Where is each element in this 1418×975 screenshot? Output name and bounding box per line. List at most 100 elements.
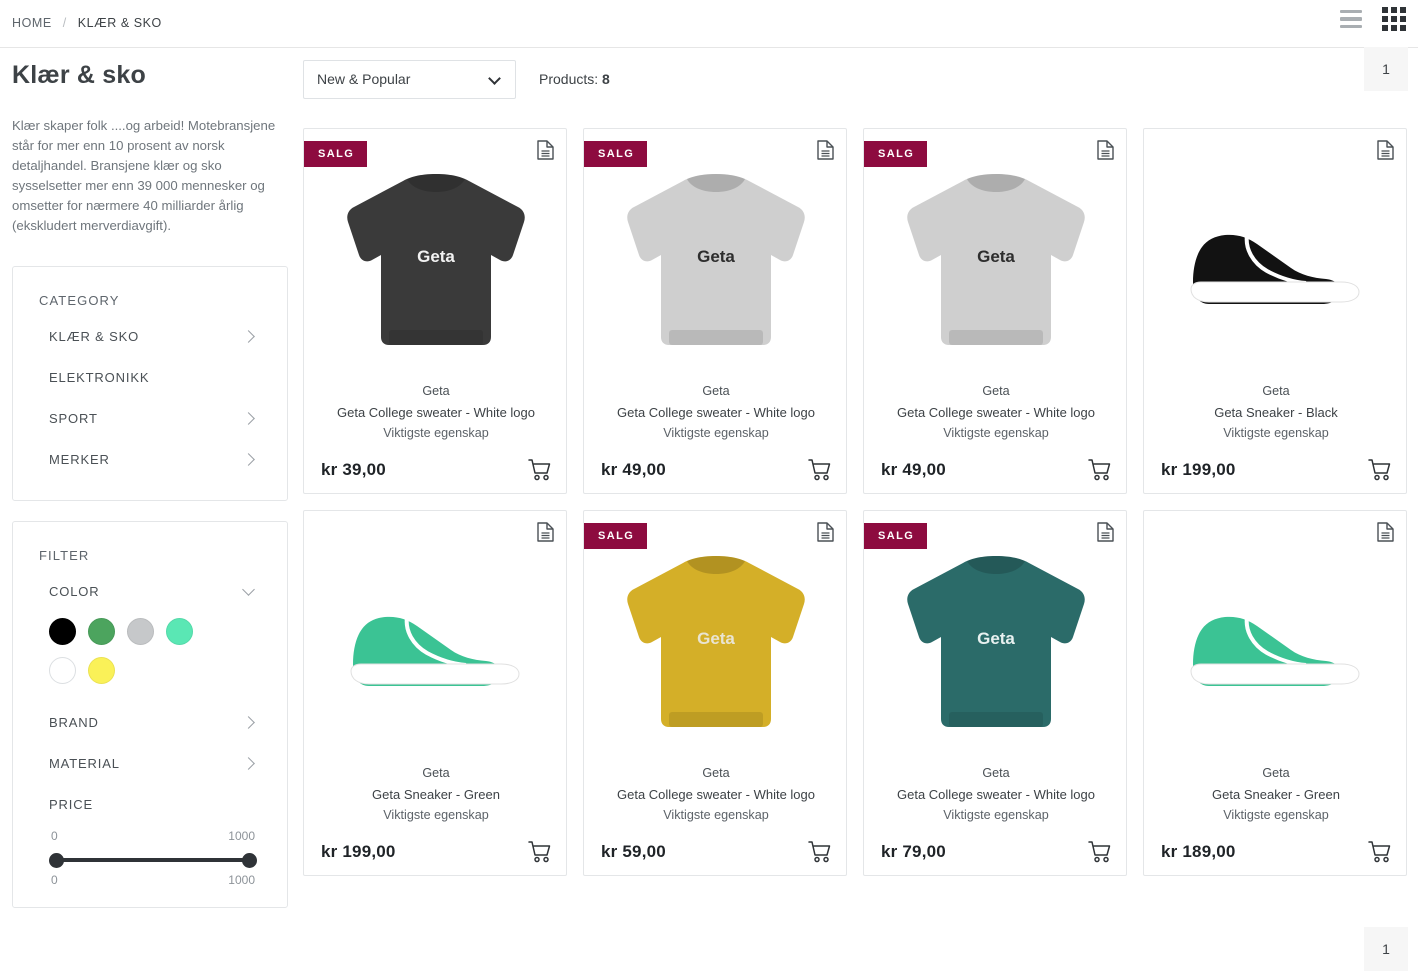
color-swatch-white[interactable] xyxy=(49,657,76,684)
price-max-top: 1000 xyxy=(228,829,255,843)
chevron-right-icon xyxy=(242,453,255,466)
product-info: Geta Geta College sweater - White logo Vik… xyxy=(864,763,1126,826)
product-info: Geta Geta Sneaker - Green Viktigste egensk… xyxy=(304,763,566,826)
product-brand: Geta xyxy=(422,384,450,398)
sort-dropdown[interactable]: New & Popular xyxy=(303,59,516,99)
filter-brand-toggle[interactable]: BRAND xyxy=(37,702,263,743)
add-to-cart-button[interactable] xyxy=(808,459,832,481)
product-price: kr 59,00 xyxy=(601,842,666,861)
document-icon xyxy=(1097,140,1114,160)
grid-view-button[interactable] xyxy=(1380,5,1408,33)
sidebar-item-merker[interactable]: MERKER xyxy=(37,439,263,480)
filter-panel: FILTER COLOR BRAND MATERIAL PRICE 0 1000… xyxy=(12,521,288,908)
filter-color-toggle[interactable]: COLOR xyxy=(37,571,263,612)
product-datasheet-button[interactable] xyxy=(817,522,834,547)
product-name: Geta College sweater - White logo xyxy=(617,787,815,802)
slider-handle-min[interactable] xyxy=(49,853,64,868)
list-view-button[interactable] xyxy=(1338,8,1364,31)
add-to-cart-button[interactable] xyxy=(528,841,552,863)
document-icon xyxy=(537,522,554,542)
grid-view-icon xyxy=(1382,7,1406,31)
chevron-down-icon xyxy=(488,71,501,85)
price-min-bottom: 0 xyxy=(51,873,58,887)
sale-badge: SALG xyxy=(864,141,928,167)
svg-text:Geta: Geta xyxy=(977,629,1015,648)
product-attribute: Viktigste egenskap xyxy=(1223,426,1329,440)
product-card[interactable]: Geta Geta Sneaker - Green Viktigste egensk… xyxy=(303,510,567,876)
filter-material-toggle[interactable]: MATERIAL xyxy=(37,743,263,784)
price-max-bottom: 1000 xyxy=(228,873,255,887)
product-price-row: kr 189,00 xyxy=(1144,841,1406,863)
product-attribute: Viktigste egenskap xyxy=(943,426,1049,440)
pagination-bottom-page-1[interactable]: 1 xyxy=(1364,927,1408,971)
product-datasheet-button[interactable] xyxy=(1097,140,1114,165)
product-image[interactable]: Geta xyxy=(584,147,846,377)
product-card[interactable]: SALG Geta Geta Geta College sweater - White… xyxy=(583,510,847,876)
color-swatch-black[interactable] xyxy=(49,618,76,645)
add-to-cart-button[interactable] xyxy=(528,459,552,481)
product-datasheet-button[interactable] xyxy=(537,140,554,165)
product-info: Geta Geta College sweater - White logo Vik… xyxy=(304,381,566,444)
product-card[interactable]: SALG Geta Geta Geta College sweater - White… xyxy=(863,510,1127,876)
document-icon xyxy=(817,522,834,542)
sale-badge: SALG xyxy=(304,141,368,167)
sidebar-item-sport[interactable]: SPORT xyxy=(37,398,263,439)
product-datasheet-button[interactable] xyxy=(817,140,834,165)
sidebar-item-elektronikk[interactable]: ELEKTRONIKK xyxy=(37,357,263,398)
svg-text:Geta: Geta xyxy=(417,247,455,266)
color-swatch-group xyxy=(37,612,227,688)
product-image[interactable]: Geta xyxy=(864,529,1126,759)
sneaker-image xyxy=(1190,234,1360,304)
add-to-cart-button[interactable] xyxy=(1088,841,1112,863)
products-count-label: Products: xyxy=(539,71,599,87)
product-card[interactable]: SALG Geta Geta Geta College sweater - White… xyxy=(303,128,567,494)
sweater-image: Geta xyxy=(627,174,805,345)
product-brand: Geta xyxy=(702,384,730,398)
product-image[interactable] xyxy=(1144,529,1406,759)
product-card[interactable]: SALG Geta Geta Geta College sweater - White… xyxy=(583,128,847,494)
product-listing-page: HOME / KLÆR & SKO Klær & sko Klær skaper… xyxy=(0,0,1418,975)
document-icon xyxy=(1097,522,1114,542)
color-swatch-grey[interactable] xyxy=(127,618,154,645)
product-attribute: Viktigste egenskap xyxy=(383,808,489,822)
product-datasheet-button[interactable] xyxy=(1377,140,1394,165)
sidebar: Klær & sko Klær skaper folk ....og arbei… xyxy=(12,48,288,908)
product-image[interactable]: Geta xyxy=(304,147,566,377)
slider-handle-max[interactable] xyxy=(242,853,257,868)
sidebar-item-label: SPORT xyxy=(49,411,98,426)
product-card[interactable]: SALG Geta Geta Geta College sweater - White… xyxy=(863,128,1127,494)
price-range-slider[interactable] xyxy=(49,849,257,871)
product-image[interactable]: Geta xyxy=(864,147,1126,377)
product-card[interactable]: Geta Geta Sneaker - Green Viktigste egensk… xyxy=(1143,510,1407,876)
chevron-right-icon xyxy=(242,757,255,770)
product-image[interactable] xyxy=(304,529,566,759)
chevron-down-icon xyxy=(242,583,255,596)
product-price-row: kr 199,00 xyxy=(304,841,566,863)
document-icon xyxy=(817,140,834,160)
add-to-cart-button[interactable] xyxy=(808,841,832,863)
add-to-cart-button[interactable] xyxy=(1368,841,1392,863)
color-swatch-mint[interactable] xyxy=(166,618,193,645)
sweater-image: Geta xyxy=(627,556,805,727)
product-card[interactable]: Geta Geta Sneaker - Black Viktigste egensk… xyxy=(1143,128,1407,494)
sale-badge: SALG xyxy=(584,141,648,167)
pagination-top-page-1[interactable]: 1 xyxy=(1364,47,1408,91)
view-toggle-group xyxy=(1338,5,1408,33)
product-datasheet-button[interactable] xyxy=(1097,522,1114,547)
sneaker-image xyxy=(1190,616,1360,686)
category-panel-title: CATEGORY xyxy=(39,293,120,308)
product-datasheet-button[interactable] xyxy=(537,522,554,547)
product-image[interactable]: Geta xyxy=(584,529,846,759)
add-to-cart-button[interactable] xyxy=(1368,459,1392,481)
slider-track xyxy=(55,858,251,862)
product-grid: SALG Geta Geta Geta College sweater - White… xyxy=(303,128,1407,876)
product-image[interactable] xyxy=(1144,147,1406,377)
category-description: Klær skaper folk ....og arbeid! Motebran… xyxy=(12,118,276,233)
color-swatch-yellow[interactable] xyxy=(88,657,115,684)
product-datasheet-button[interactable] xyxy=(1377,522,1394,547)
add-to-cart-button[interactable] xyxy=(1088,459,1112,481)
sidebar-item-klar-sko[interactable]: KLÆR & SKO xyxy=(37,316,263,357)
breadcrumb-home[interactable]: HOME xyxy=(12,16,52,30)
price-scale-bottom: 0 1000 xyxy=(49,873,257,887)
color-swatch-green[interactable] xyxy=(88,618,115,645)
